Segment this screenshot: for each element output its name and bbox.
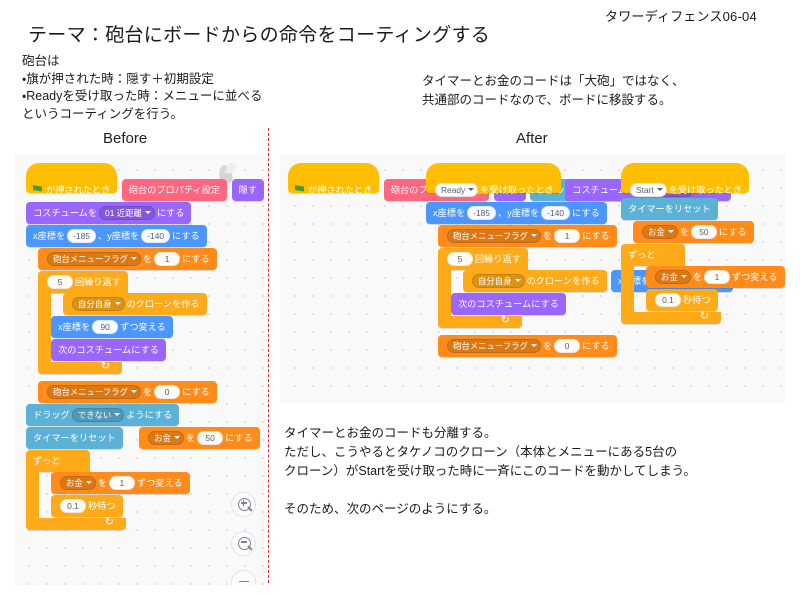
when-i-receive-start-block[interactable]: Start を受け取ったとき [621, 163, 750, 197]
goto-xy-block[interactable]: x座標を -185 、y座標を -140 にする [26, 225, 207, 247]
repeat-header[interactable]: 5 回繰り返す [438, 248, 528, 270]
custom-block-turret-properties[interactable]: 砲台のプロパティ設定 [121, 179, 228, 201]
costume-dropdown[interactable]: 01 近距離 [99, 205, 155, 220]
reset-timer-block[interactable]: タイマーをリセット [621, 198, 718, 220]
when-i-receive-ready-block[interactable]: Ready を受け取ったとき [426, 163, 561, 197]
forever-footer[interactable]: ↻ [621, 310, 721, 324]
variable-value-input[interactable]: 0 [554, 338, 581, 353]
set-variable-flag-1-block[interactable]: 砲台メニューフラグを 1 にする [38, 248, 217, 270]
money-variable-dropdown[interactable]: お金 [655, 269, 691, 284]
money-change-input[interactable]: 1 [703, 269, 730, 284]
forever-loop-block[interactable]: ずっと お金を 1 ずつ変える 0.1 秒待つ ↻ [26, 450, 265, 536]
set-drag-mode-block[interactable]: ドラッグできないようにする [26, 404, 180, 426]
document-title: タワーディフェンス06-04 [605, 9, 757, 24]
repeat-header[interactable]: 5 回繰り返す [38, 271, 128, 293]
money-variable-dropdown[interactable]: お金 [148, 430, 184, 445]
repeat-footer[interactable]: ↻ [38, 360, 122, 374]
after-column-label: After [516, 130, 548, 147]
variable-dropdown[interactable]: 砲台メニューフラグ [47, 384, 141, 399]
create-clone-block[interactable]: 自分自身 のクローンを作る [463, 270, 607, 292]
set-money-50-block[interactable]: お金を 50 にする [139, 427, 260, 449]
before-script-stack[interactable]: が押されたとき 砲台のプロパティ設定 隠す コスチュームを 01 近距離 にする x… [26, 163, 265, 536]
repeat-loop-block[interactable]: 5回繰り返す 自分自身のクローンを作る x座標を90ずつ変える 次のコスチューム… [38, 271, 265, 380]
zoom-in-button[interactable] [231, 492, 256, 517]
set-money-50-block[interactable]: お金を 50 にする [633, 221, 754, 243]
reset-timer-block[interactable]: タイマーをリセット [26, 427, 123, 449]
switch-costume-block[interactable]: コスチュームを01 近距離にする [26, 202, 192, 224]
variable-value-input[interactable]: 0 [154, 384, 181, 399]
clone-target-dropdown[interactable]: 自分自身 [472, 273, 525, 288]
before-scratch-canvas[interactable]: が押されたとき 砲台のプロパティ設定 隠す コスチュームを 01 近距離 にする x… [14, 155, 265, 585]
variable-value-input[interactable]: 1 [154, 251, 181, 266]
message-dropdown[interactable]: Start [630, 182, 667, 197]
set-variable-flag-0-block[interactable]: 砲台メニューフラグを 0 にする [38, 381, 217, 403]
section-divider [268, 128, 269, 583]
money-change-input[interactable]: 1 [108, 475, 135, 490]
money-variable-dropdown[interactable]: お金 [642, 224, 678, 239]
y-value-input[interactable]: -140 [541, 205, 571, 220]
next-costume-block[interactable]: 次のコスチュームにする [451, 293, 566, 315]
change-x-block[interactable]: x座標を90ずつ変える [51, 316, 173, 338]
x-value-input[interactable]: -185 [467, 205, 496, 220]
change-money-block[interactable]: お金を 1 ずつ変える [51, 472, 190, 494]
money-value-input[interactable]: 50 [197, 430, 224, 445]
x-value-input[interactable]: -185 [67, 228, 96, 243]
loop-arrow-icon: ↻ [100, 360, 110, 372]
zoom-reset-button[interactable] [231, 570, 256, 585]
when-flag-clicked-block[interactable]: が押されたとき [26, 163, 118, 195]
wait-seconds-input[interactable]: 0.1 [60, 498, 86, 513]
set-variable-flag-0-block[interactable]: 砲台メニューフラグを 0 にする [438, 335, 617, 357]
loop-spine [38, 293, 51, 368]
wait-seconds-input[interactable]: 0.1 [655, 292, 681, 307]
wait-seconds-block[interactable]: 0.1 秒待つ [51, 495, 123, 517]
loop-spine [26, 472, 39, 524]
forever-header[interactable]: ずっと [621, 244, 685, 266]
wait-seconds-block[interactable]: 0.1 秒待つ [646, 289, 718, 311]
loop-arrow-icon: ↻ [699, 310, 709, 322]
forever-footer[interactable]: ↻ [26, 516, 126, 530]
loop-arrow-icon: ↻ [500, 314, 510, 326]
when-flag-clicked-block[interactable]: が押されたとき [288, 163, 380, 195]
variable-dropdown[interactable]: 砲台メニューフラグ [447, 228, 541, 243]
money-variable-dropdown[interactable]: お金 [60, 475, 96, 490]
hide-block[interactable]: 隠す [231, 179, 264, 201]
loop-spine [621, 266, 634, 318]
message-dropdown[interactable]: Ready [435, 182, 479, 197]
variable-dropdown[interactable]: 砲台メニューフラグ [47, 251, 141, 266]
zoom-controls[interactable] [231, 492, 256, 585]
change-x-input[interactable]: 90 [92, 319, 119, 334]
bottom-annotation-text: タイマーとお金のコードも分離する。 ただし、こうやるとタケノコのクローン（本体と… [284, 426, 696, 516]
lead-description-text: 砲台は ・旗が押された時：隠す＋初期設定 ・Readyを受け取った時：メニューに… [22, 54, 263, 121]
green-flag-icon [295, 185, 304, 195]
money-value-input[interactable]: 50 [690, 224, 717, 239]
page-title: テーマ：砲台にボードからの命令をコーティングする [28, 25, 491, 46]
after-start-script-stack[interactable]: Start を受け取ったとき タイマーをリセット お金を 50 にする ずっと お金を… [621, 163, 786, 330]
change-money-block[interactable]: お金を 1 ずつ変える [646, 266, 785, 288]
loop-spine [438, 270, 451, 322]
set-variable-flag-1-block[interactable]: 砲台メニューフラグを 1 にする [438, 225, 617, 247]
clone-target-dropdown[interactable]: 自分自身 [72, 296, 125, 311]
after-scratch-canvas[interactable]: が押されたとき 砲台のプロパティ設定 隠す ドラッグできないようにする Read… [280, 155, 786, 403]
green-flag-icon [33, 185, 42, 195]
before-column-label: Before [103, 130, 148, 147]
loop-arrow-icon: ↻ [104, 516, 114, 528]
forever-header[interactable]: ずっと [26, 450, 90, 472]
zoom-out-button[interactable] [231, 531, 256, 556]
y-value-input[interactable]: -140 [141, 228, 171, 243]
variable-dropdown[interactable]: 砲台メニューフラグ [447, 338, 541, 353]
repeat-footer[interactable]: ↻ [438, 314, 522, 328]
goto-xy-block[interactable]: x座標を -185 、y座標を -140 にする [426, 202, 607, 224]
repeat-count-input[interactable]: 5 [47, 274, 73, 289]
repeat-count-input[interactable]: 5 [447, 251, 473, 266]
create-clone-block[interactable]: 自分自身 のクローンを作る [63, 293, 207, 315]
right-annotation-text: タイマーとお金のコードは「大砲」ではなく、 共通部のコードなので、ボードに移設す… [422, 74, 685, 107]
next-costume-block[interactable]: 次のコスチュームにする [51, 339, 166, 361]
variable-value-input[interactable]: 1 [554, 228, 581, 243]
forever-loop-block[interactable]: ずっと お金を 1 ずつ変える 0.1 秒待つ ↻ [621, 244, 786, 330]
drag-mode-dropdown[interactable]: できない [71, 407, 125, 422]
